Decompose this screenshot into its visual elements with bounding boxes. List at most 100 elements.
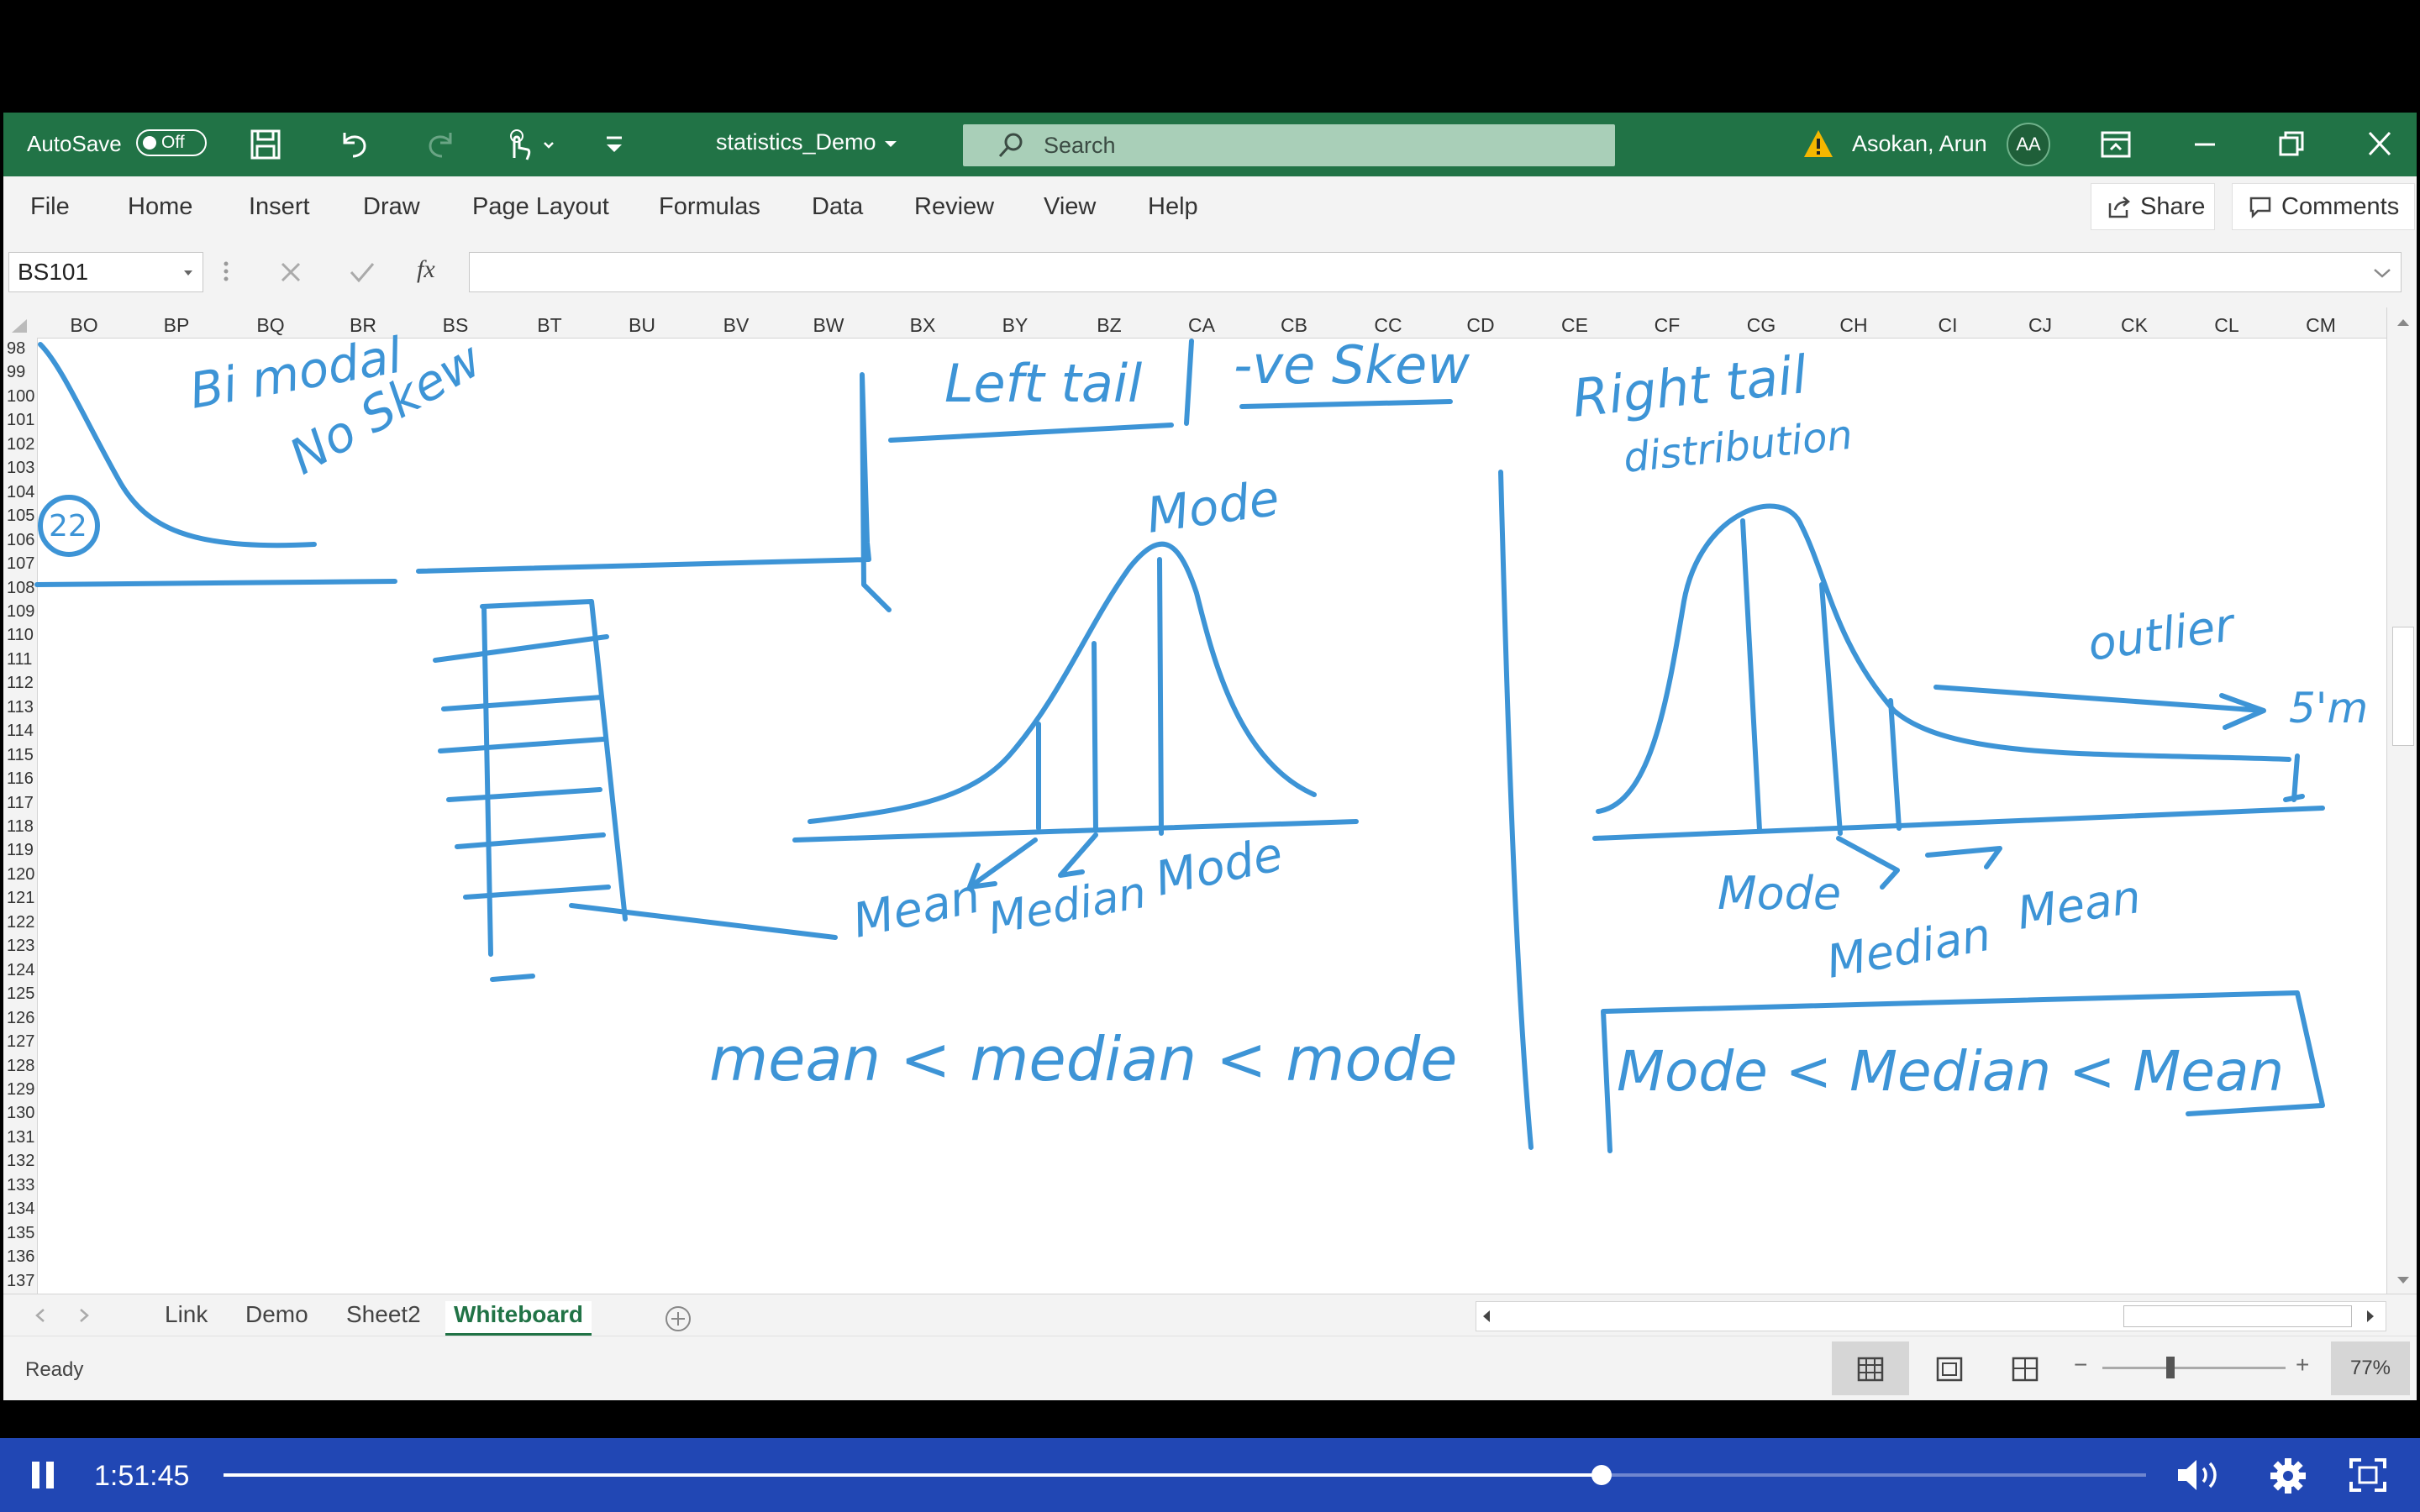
- add-sheet-icon[interactable]: [664, 1305, 692, 1333]
- name-box[interactable]: BS101: [8, 252, 203, 292]
- ribbon-tabs: File Home Insert Draw Page Layout Formul…: [3, 176, 2417, 239]
- status-bar: Ready − + 77%: [3, 1336, 2417, 1400]
- histogram-sketch: [433, 599, 838, 982]
- autosave-state: Off: [161, 133, 185, 152]
- scroll-left-icon[interactable]: [1480, 1309, 1493, 1324]
- scroll-up-icon[interactable]: [2396, 316, 2411, 329]
- scroll-right-icon[interactable]: [2364, 1309, 2377, 1324]
- zoom-level[interactable]: 77%: [2331, 1341, 2410, 1395]
- pause-icon[interactable]: [29, 1458, 57, 1492]
- page-layout-view-icon[interactable]: [1936, 1357, 1963, 1382]
- comment-icon: [2249, 197, 2271, 218]
- autosave-toggle[interactable]: Off: [136, 129, 207, 156]
- mode-left-label: Mode: [1150, 827, 1287, 906]
- formula-input[interactable]: [469, 252, 2402, 292]
- left-tail-label: Left tail: [944, 353, 1142, 414]
- share-button[interactable]: Share: [2091, 183, 2215, 230]
- close-icon[interactable]: [2363, 129, 2396, 164]
- next-sheet-icon[interactable]: [77, 1308, 91, 1323]
- share-icon: [2108, 197, 2130, 218]
- comments-label: Comments: [2281, 192, 2400, 220]
- sheet-tab-sheet2[interactable]: Sheet2: [346, 1301, 421, 1328]
- zoom-slider-thumb[interactable]: [2166, 1357, 2175, 1378]
- redo-icon: [424, 126, 459, 165]
- sheet-tabs-bar: Link Demo Sheet2 Whiteboard: [3, 1294, 2417, 1336]
- formula-bar: BS101 fx: [3, 239, 2417, 307]
- tab-help[interactable]: Help: [1148, 193, 1198, 221]
- sheet-tab-demo[interactable]: Demo: [245, 1301, 308, 1328]
- user-initials: AA: [2016, 134, 2041, 155]
- share-label: Share: [2140, 192, 2206, 220]
- title-bar: AutoSave Off statistics_Demo Search Asok…: [3, 113, 2417, 176]
- horizontal-scroll-thumb[interactable]: [2123, 1305, 2352, 1327]
- scroll-thumb[interactable]: [2392, 627, 2414, 746]
- tab-page-layout[interactable]: Page Layout: [472, 193, 609, 221]
- undo-icon[interactable]: [336, 126, 371, 165]
- grid-view-icon: [1857, 1357, 1884, 1382]
- minimize-icon[interactable]: [2188, 129, 2222, 164]
- search-icon: [998, 133, 1023, 158]
- save-icon[interactable]: [249, 128, 282, 165]
- volume-icon[interactable]: [2175, 1457, 2222, 1494]
- zoom-out-icon[interactable]: −: [2074, 1352, 2087, 1378]
- right-skew-curve: [1592, 503, 2325, 890]
- inequality-left-label: mean < median < mode: [709, 1024, 1457, 1095]
- video-player-controls: 1:51:45: [0, 1438, 2420, 1512]
- cancel-icon[interactable]: [277, 259, 304, 290]
- settings-gear-icon[interactable]: [2269, 1457, 2307, 1495]
- sheet-tab-link[interactable]: Link: [165, 1301, 208, 1328]
- file-name[interactable]: statistics_Demo: [716, 129, 876, 155]
- file-name-chevron-icon[interactable]: [882, 136, 899, 157]
- horizontal-scrollbar[interactable]: [1476, 1301, 2386, 1331]
- zoom-in-icon[interactable]: +: [2296, 1352, 2309, 1378]
- inequality-right-label: Mode < Median < Mean: [1617, 1039, 2284, 1104]
- more-options-icon[interactable]: [222, 259, 230, 288]
- vertical-scrollbar[interactable]: [2386, 307, 2417, 1294]
- tab-file[interactable]: File: [30, 193, 70, 221]
- prev-sheet-icon[interactable]: [34, 1308, 47, 1323]
- ribbon-display-icon[interactable]: [2099, 129, 2133, 164]
- zoom-slider[interactable]: [2102, 1357, 2286, 1378]
- tab-formulas[interactable]: Formulas: [659, 193, 760, 221]
- normal-view-button[interactable]: [1832, 1341, 1909, 1395]
- zoom-value: 77%: [2349, 1357, 2391, 1379]
- avatar[interactable]: AA: [2007, 123, 2050, 166]
- mean-right-label: Mean: [2014, 870, 2144, 940]
- video-progress-knob[interactable]: [1591, 1465, 1612, 1485]
- divider-line: [1498, 470, 1534, 1150]
- customize-toolbar-icon[interactable]: [602, 129, 627, 164]
- distribution-label: distribution: [1621, 412, 1854, 482]
- neg-skew-label: -ve Skew: [1234, 334, 1470, 396]
- status-ready: Ready: [25, 1358, 84, 1381]
- whiteboard-drawing: Bi modal No Skew 22 Left tail -ve Skew M…: [34, 327, 2368, 1153]
- median-right-label: Median: [1823, 908, 1994, 989]
- tab-insert[interactable]: Insert: [249, 193, 310, 221]
- toggle-knob: [143, 136, 156, 150]
- video-progress-track[interactable]: [224, 1465, 2146, 1485]
- tab-review[interactable]: Review: [914, 193, 994, 221]
- outlier-label: outlier: [2085, 598, 2239, 671]
- insert-function-icon[interactable]: fx: [417, 255, 435, 284]
- fullscreen-icon[interactable]: [2348, 1457, 2388, 1494]
- user-name[interactable]: Asokan, Arun: [1852, 131, 1987, 157]
- search-placeholder: Search: [1044, 132, 1116, 158]
- sheet-tab-whiteboard[interactable]: Whiteboard: [445, 1301, 592, 1336]
- worksheet-grid[interactable]: BO BP BQ BR BS BT BU BV BW BX BY BZ CA C…: [3, 307, 2417, 1294]
- tab-data[interactable]: Data: [812, 193, 863, 221]
- expand-formula-icon[interactable]: [2372, 266, 2392, 280]
- warning-icon[interactable]: [1802, 128, 1835, 164]
- tab-view[interactable]: View: [1044, 193, 1096, 221]
- enter-icon[interactable]: [348, 259, 376, 290]
- scroll-down-icon[interactable]: [2396, 1273, 2411, 1287]
- tab-home[interactable]: Home: [128, 193, 192, 221]
- median-left-label: Median: [985, 868, 1150, 945]
- page-break-view-icon[interactable]: [2012, 1357, 2039, 1382]
- restore-icon[interactable]: [2274, 129, 2307, 164]
- search-input[interactable]: Search: [963, 124, 1615, 166]
- comments-button[interactable]: Comments: [2232, 183, 2415, 230]
- tab-draw[interactable]: Draw: [363, 193, 420, 221]
- touch-mode-icon[interactable]: [504, 128, 563, 165]
- video-progress-fill: [224, 1473, 1602, 1477]
- name-box-chevron-icon: [184, 270, 192, 276]
- circled-number: 22: [49, 509, 87, 543]
